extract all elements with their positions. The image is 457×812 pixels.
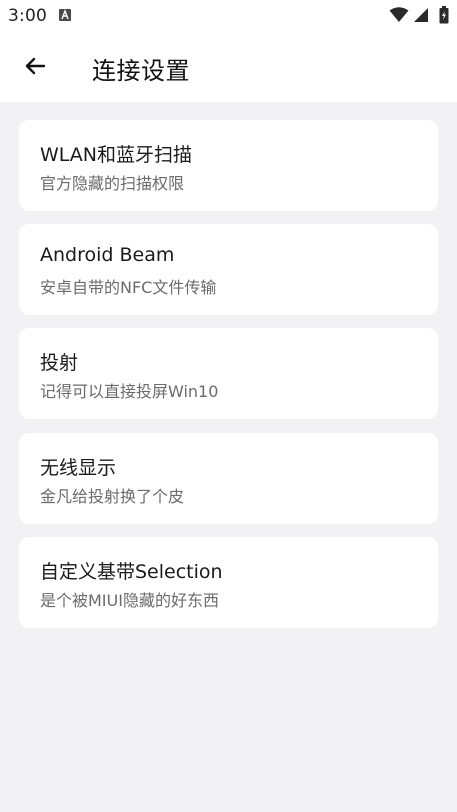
setting-item-title: 自定义基带Selection [40,561,223,583]
status-time: 3:00 [8,6,47,26]
setting-item-subtitle: 记得可以直接投屏Win10 [40,382,219,401]
setting-item-baseband-selection[interactable]: 自定义基带Selection 是个被MIUI隐藏的好东西 [19,537,438,628]
app-bar: 连接设置 [0,32,457,102]
settings-list: WLAN和蓝牙扫描 官方隐藏的扫描权限 Android Beam 安卓自带的NF… [0,102,457,812]
a-letter-icon [59,9,71,21]
setting-item-title: 无线显示 [40,457,117,479]
setting-item-wireless-display[interactable]: 无线显示 金凡给投射换了个皮 [19,433,438,524]
status-bar: 3:00 [0,0,457,32]
back-button[interactable] [12,45,58,91]
page-title: 连接设置 [92,57,190,85]
setting-item-title: 投射 [40,352,79,374]
setting-item-title: WLAN和蓝牙扫描 [40,144,193,166]
setting-item-subtitle: 安卓自带的NFC文件传输 [40,278,217,297]
setting-item-cast[interactable]: 投射 记得可以直接投屏Win10 [19,328,438,419]
signal-icon [413,7,429,27]
setting-item-subtitle: 金凡给投射换了个皮 [40,487,185,506]
wifi-icon [389,7,409,27]
setting-item-subtitle: 是个被MIUI隐藏的好东西 [40,591,219,610]
setting-item-title: Android Beam [40,244,175,266]
setting-item-subtitle: 官方隐藏的扫描权限 [40,174,185,193]
setting-item-wlan-bluetooth-scan[interactable]: WLAN和蓝牙扫描 官方隐藏的扫描权限 [19,120,438,211]
setting-item-android-beam[interactable]: Android Beam 安卓自带的NFC文件传输 [19,224,438,315]
arrow-left-icon [23,54,47,82]
battery-icon [439,6,449,28]
